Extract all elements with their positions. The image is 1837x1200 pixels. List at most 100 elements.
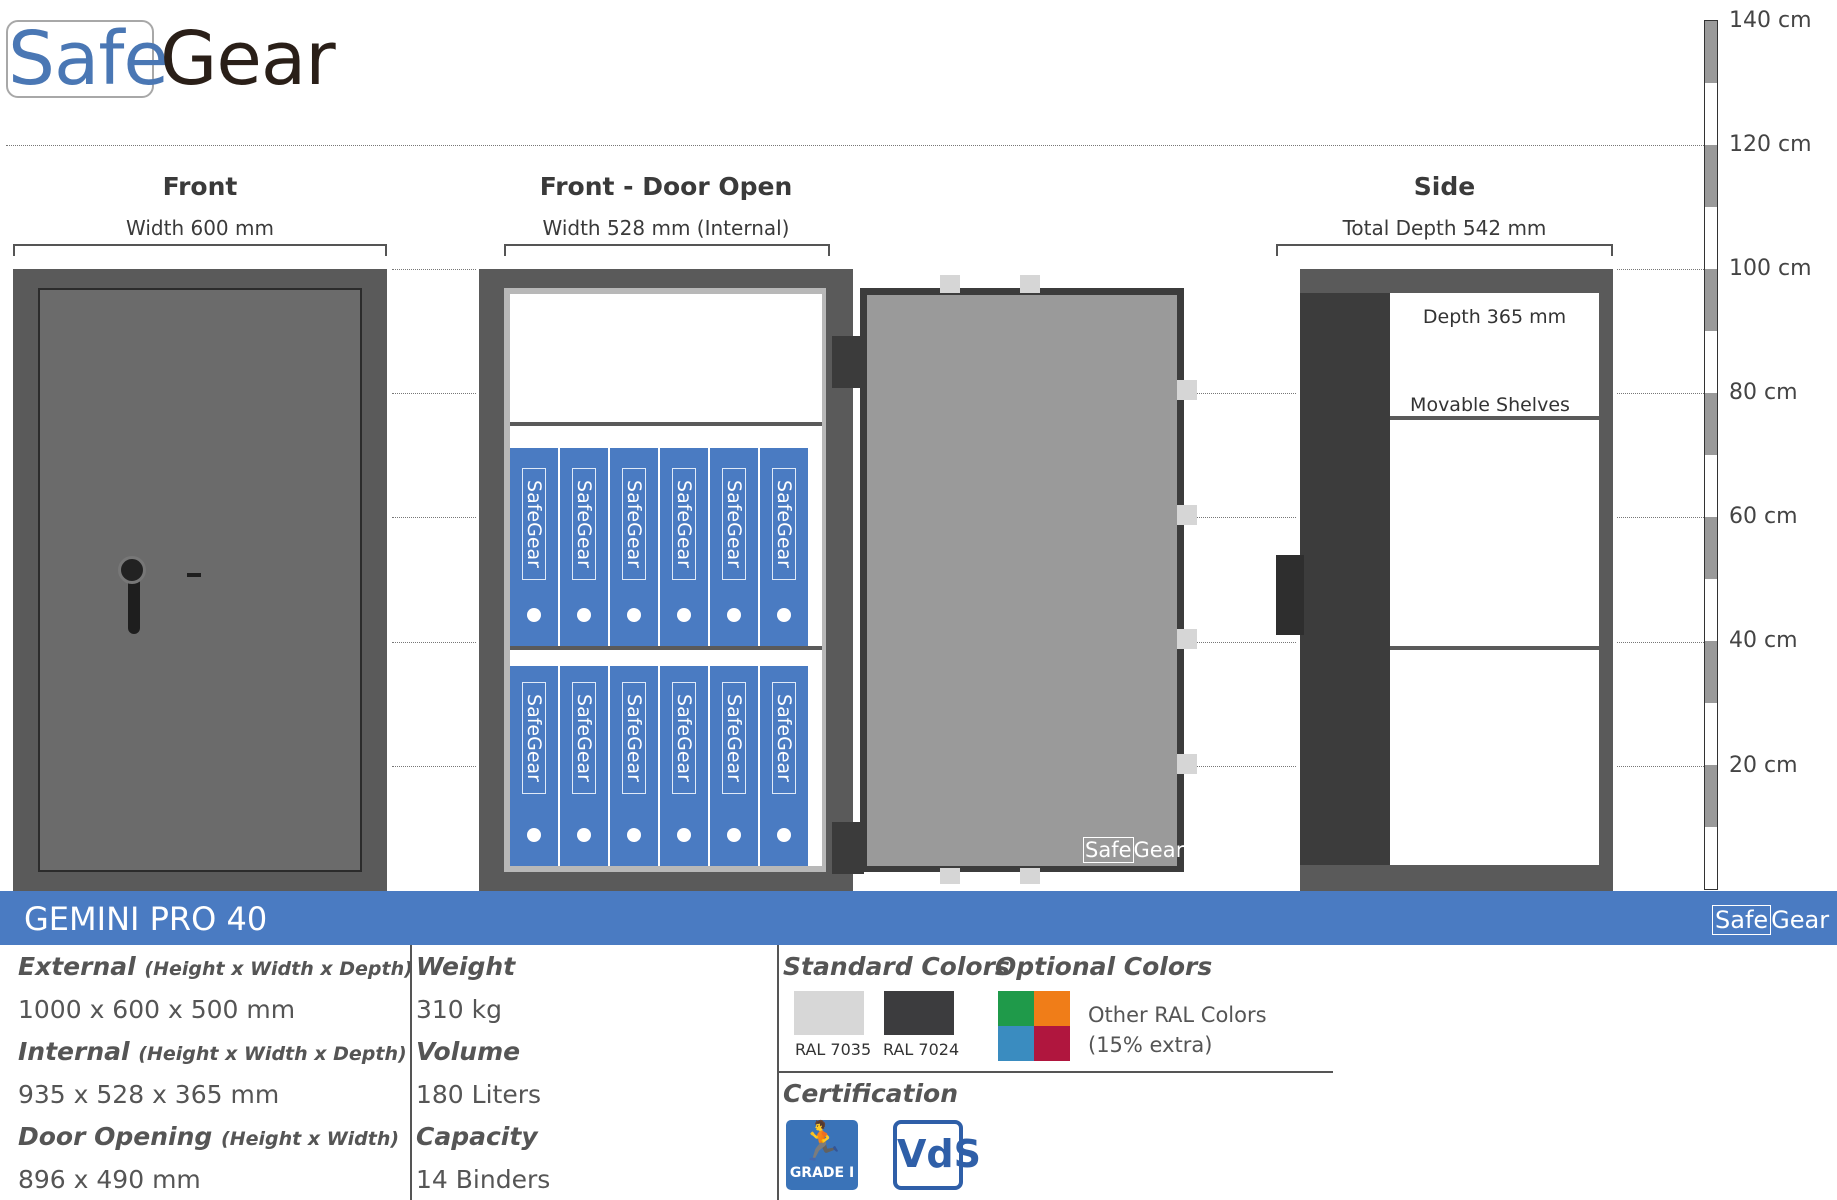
guide-line-20-a (392, 766, 476, 767)
binder: SafeGear (560, 666, 610, 866)
weight-value: 310 kg (416, 995, 503, 1024)
guide-line-80-b (1196, 393, 1296, 394)
door-handle-knob-icon (118, 556, 146, 584)
bolt-icon (940, 275, 960, 293)
guide-line-60-a (392, 517, 476, 518)
safe-front-door (38, 288, 362, 872)
external-dim-label: External (Height x Width x Depth) (18, 952, 413, 981)
capacity-value: 14 Binders (416, 1165, 551, 1194)
binder: SafeGear (510, 666, 560, 866)
bolt-icon (940, 868, 960, 884)
guide-line-40-b (1196, 642, 1296, 643)
binder: SafeGear (560, 448, 610, 646)
binder-row-upper: SafeGear SafeGear SafeGear SafeGear Safe… (510, 448, 808, 646)
side-door-thickness (1300, 293, 1390, 865)
ruler-label-20: 20 cm (1729, 753, 1798, 778)
binder-row-lower: SafeGear SafeGear SafeGear SafeGear Safe… (510, 666, 808, 866)
top-compartment (510, 294, 822, 422)
guide-line-40-a (392, 642, 476, 643)
side-shelf-lower (1390, 646, 1599, 650)
binder: SafeGear (760, 666, 808, 866)
bolt-icon (1177, 505, 1197, 525)
door-open-view-title: Front - Door Open (539, 172, 793, 201)
internal-dim-label: Internal (Height x Width x Depth) (18, 1037, 407, 1066)
optional-color-green (998, 991, 1034, 1026)
volume-label: Volume (416, 1037, 521, 1066)
side-view-title: Side (1413, 172, 1476, 201)
open-door-panel (867, 295, 1177, 866)
certification-heading: Certification (783, 1079, 959, 1108)
color-name-ral-7024: RAL 7024 (883, 1040, 960, 1059)
logo-gear-part: Gear (160, 16, 336, 102)
keyhole-icon (187, 573, 201, 577)
color-swatch-ral-7035 (794, 991, 864, 1035)
product-banner (0, 891, 1837, 945)
side-view-depth: Total Depth 542 mm (1342, 216, 1547, 240)
front-view-width: Width 600 mm (126, 216, 274, 240)
guide-line-100-a (392, 269, 476, 270)
burglar-icon: 🏃 (798, 1119, 846, 1163)
optional-colors-text: Other RAL Colors (15% extra) (1088, 1003, 1267, 1057)
color-swatch-ral-7024 (884, 991, 954, 1035)
door-opening-value: 896 x 490 mm (18, 1165, 201, 1194)
column-divider (777, 945, 779, 1200)
bolt-icon (1177, 380, 1197, 400)
door-open-view-width: Width 528 mm (Internal) (542, 216, 790, 240)
guide-line-40-c (1617, 642, 1704, 643)
ruler-label-140: 140 cm (1729, 8, 1812, 33)
optional-color-red (1034, 1026, 1070, 1061)
side-handle-icon (1276, 555, 1304, 635)
front-width-bracket (13, 244, 387, 256)
guide-line-20-b (1196, 766, 1296, 767)
binder: SafeGear (610, 448, 660, 646)
volume-value: 180 Liters (416, 1080, 542, 1109)
front-view-title: Front (162, 172, 238, 201)
optional-colors-heading: Optional Colors (995, 952, 1213, 981)
bolt-icon (1020, 868, 1040, 884)
door-logo: SafeGear (1083, 837, 1185, 863)
binder: SafeGear (610, 666, 660, 866)
bolt-icon (1177, 754, 1197, 774)
guide-line-100-b (1617, 269, 1704, 270)
optional-color-blue (998, 1026, 1034, 1061)
grade-certificate-badge: 🏃 GRADE I (786, 1120, 858, 1190)
standard-colors-heading: Standard Colors (783, 952, 1010, 981)
vds-certificate-badge: VdS (893, 1120, 981, 1190)
internal-dim-value: 935 x 528 x 365 mm (18, 1080, 280, 1109)
ruler-label-80: 80 cm (1729, 380, 1798, 405)
guide-line-120 (6, 145, 1704, 146)
capacity-label: Capacity (416, 1122, 538, 1151)
logo-safe-part: Safe (6, 16, 169, 102)
product-name: GEMINI PRO 40 (24, 900, 268, 938)
guide-line-60-b (1196, 517, 1296, 518)
movable-shelves-label: Movable Shelves (1410, 394, 1570, 416)
guide-line-80-c (1617, 393, 1704, 394)
depth-bracket (1276, 244, 1613, 256)
binder: SafeGear (510, 448, 560, 646)
ruler-label-40: 40 cm (1729, 628, 1798, 653)
door-opening-label: Door Opening (Height x Width) (18, 1122, 400, 1151)
guide-line-20-c (1617, 766, 1704, 767)
binder: SafeGear (710, 448, 760, 646)
binder: SafeGear (760, 448, 808, 646)
ruler-label-100: 100 cm (1729, 256, 1812, 281)
column-divider (410, 945, 412, 1200)
binder: SafeGear (710, 666, 760, 866)
binder: SafeGear (660, 666, 710, 866)
bolt-icon (1177, 629, 1197, 649)
internal-width-bracket (504, 244, 830, 256)
guide-line-80-a (392, 393, 476, 394)
ruler-label-60: 60 cm (1729, 504, 1798, 529)
ruler-label-120: 120 cm (1729, 132, 1812, 157)
side-shelf-upper (1390, 416, 1599, 420)
interior-depth-label: Depth 365 mm (1422, 306, 1567, 328)
optional-color-orange (1034, 991, 1070, 1026)
side-interior (1390, 293, 1599, 865)
weight-label: Weight (416, 952, 516, 981)
binder: SafeGear (660, 448, 710, 646)
colors-divider (777, 1071, 1333, 1073)
optional-colors-swatch (998, 991, 1070, 1061)
bolt-icon (1020, 275, 1040, 293)
banner-logo: Safe Gear (1712, 905, 1829, 935)
guide-line-60-c (1617, 517, 1704, 518)
